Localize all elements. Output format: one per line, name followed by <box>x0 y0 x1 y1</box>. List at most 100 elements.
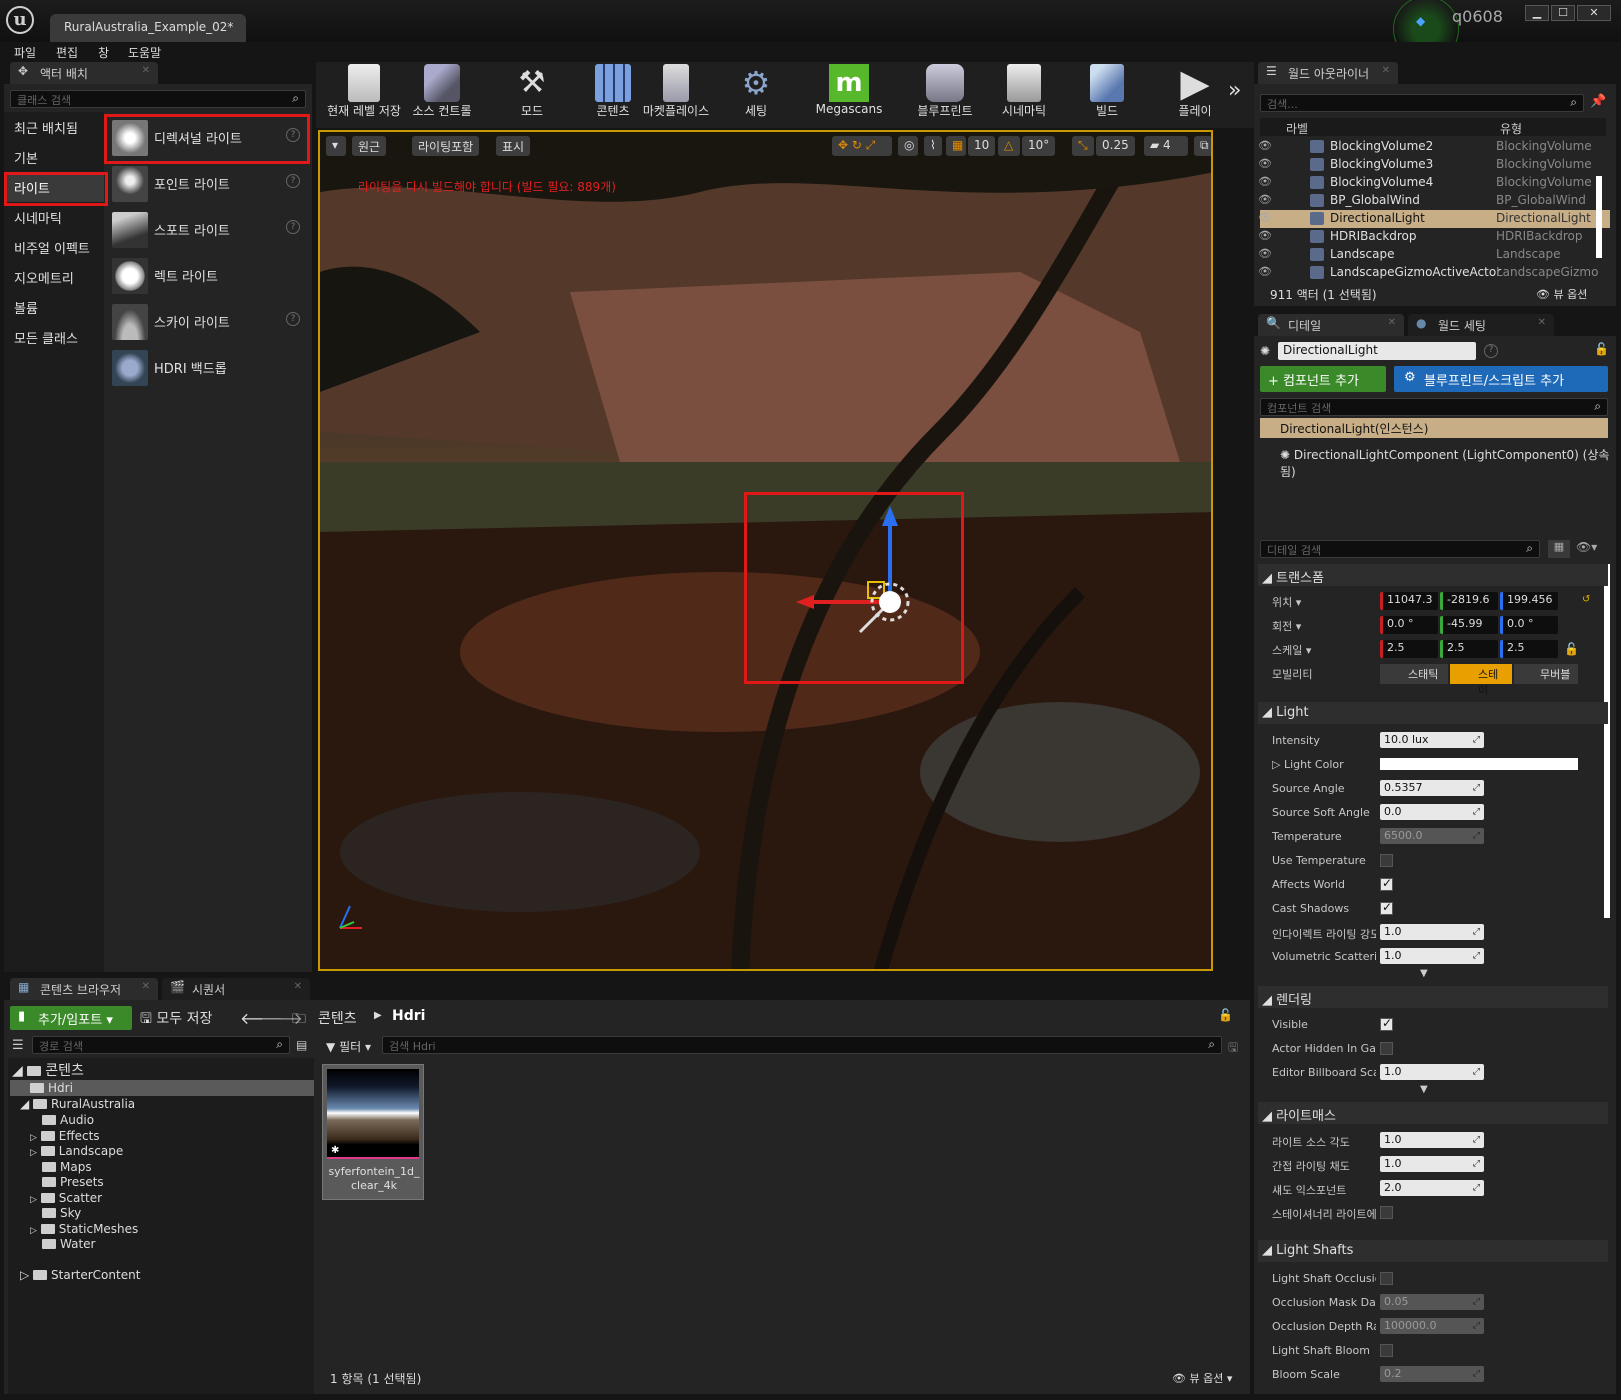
property-matrix-icon[interactable]: ▦ <box>1548 540 1570 558</box>
close-icon[interactable]: ✕ <box>142 981 150 992</box>
eye-icon[interactable]: 👁 <box>1258 139 1272 152</box>
scale-x[interactable]: 2.5 <box>1380 640 1438 658</box>
lock-icon[interactable]: 🔓 <box>1218 1008 1233 1022</box>
item-point-light[interactable]: 포인트 라이트 ? <box>110 162 306 206</box>
category-visual-effects[interactable]: 비주얼 이펙트 <box>14 238 90 257</box>
light-color-swatch[interactable] <box>1380 758 1578 770</box>
eye-icon[interactable]: 👁 <box>1258 175 1272 188</box>
source-control-button[interactable]: 소스 컨트롤 <box>406 62 478 122</box>
add-import-button[interactable]: ▮ 추가/임포트 ▾ <box>10 1006 132 1030</box>
visibility-options-icon[interactable]: 👁▾ <box>1576 540 1597 554</box>
outliner-row[interactable]: 👁 DirectionalLight DirectionalLight <box>1258 210 1610 228</box>
marketplace-button[interactable]: 마켓플레이스 <box>640 62 712 122</box>
rotation-snap-icon[interactable]: △ <box>998 136 1020 156</box>
show-button[interactable]: 표시 <box>496 136 531 156</box>
expand-arrow-icon[interactable]: ▷ <box>30 1133 37 1143</box>
menu-edit[interactable]: 편집 <box>56 44 78 61</box>
outliner-view-options[interactable]: 👁 뷰 옵션 <box>1536 286 1587 302</box>
scale-label[interactable]: 스케일 ▾ <box>1272 642 1311 658</box>
path-options-icon[interactable]: ▤ <box>296 1038 307 1052</box>
world-local-icon[interactable]: ◎ <box>898 136 918 156</box>
level-viewport[interactable]: ▾ 원근 라이팅포함 표시 ✥ ↻ ⤢ ◎ ⌇ ▦ 10 △ 10° ⤡ 0.2… <box>318 130 1213 971</box>
outliner-row[interactable]: 👁 BP_GlobalWind BP_GlobalWind <box>1258 192 1610 210</box>
help-icon[interactable]: ? <box>286 174 300 188</box>
cinematics-button[interactable]: 시네마틱 <box>988 62 1060 122</box>
settings-button[interactable]: ⚙ 세팅 <box>730 62 782 122</box>
tree-content-root[interactable]: ◢ 콘텐츠 <box>12 1060 84 1080</box>
eye-icon[interactable]: 👁 <box>1258 157 1272 170</box>
stationary-light-checkbox[interactable] <box>1380 1206 1393 1219</box>
eye-icon[interactable]: 👁 <box>1258 247 1272 260</box>
tab-place-actors[interactable]: ✥ 액터 배치 ✕ <box>10 62 158 84</box>
scale-y[interactable]: 2.5 <box>1440 640 1498 658</box>
cast-shadows-checkbox[interactable] <box>1380 900 1393 915</box>
close-icon[interactable]: ✕ <box>142 65 150 76</box>
rotation-label[interactable]: 회전 ▾ <box>1272 618 1301 634</box>
eye-icon[interactable]: 👁 <box>1258 211 1272 224</box>
tree-folder[interactable]: Sky <box>30 1206 81 1220</box>
maximize-viewport-icon[interactable]: ⧉ <box>1194 136 1211 156</box>
scale-snap-icon[interactable]: ⤡ <box>1072 136 1094 156</box>
eye-icon[interactable]: 👁 <box>1258 193 1272 206</box>
outliner-row[interactable]: 👁 HDRIBackdrop HDRIBackdrop <box>1258 228 1610 246</box>
rotation-y[interactable]: -45.99 <box>1440 616 1498 634</box>
mobility-movable[interactable]: 무버블 <box>1514 664 1578 684</box>
level-tab[interactable]: RuralAustralia_Example_02* <box>50 14 246 42</box>
scale-z[interactable]: 2.5 <box>1500 640 1558 658</box>
tree-folder[interactable]: ▷ Landscape <box>30 1144 123 1158</box>
component-instance-row[interactable]: DirectionalLight(인스턴스) <box>1260 418 1608 438</box>
component-row[interactable]: ✺ DirectionalLightComponent (LightCompon… <box>1280 446 1621 480</box>
tree-ruralaustralia[interactable]: ◢ RuralAustralia <box>20 1097 135 1111</box>
occlusion-mask-field[interactable]: 0.05 ⤢ <box>1380 1294 1484 1310</box>
grid-snap-icon[interactable]: ▦ <box>946 136 966 156</box>
location-z[interactable]: 199.456 <box>1500 592 1558 610</box>
breadcrumb-content[interactable]: 콘텐츠 <box>318 1008 357 1028</box>
mobility-static[interactable]: 스태틱 <box>1380 664 1448 684</box>
tree-folder[interactable]: Maps <box>30 1160 92 1174</box>
category-cinematic[interactable]: 시네마틱 <box>14 208 62 227</box>
close-button[interactable]: ✕ <box>1577 5 1611 21</box>
shaft-bloom-checkbox[interactable] <box>1380 1344 1393 1357</box>
surface-snap-icon[interactable]: ⌇ <box>924 136 942 156</box>
category-recent[interactable]: 최근 배치됨 <box>14 118 78 137</box>
details-scrollbar[interactable] <box>1604 564 1610 918</box>
source-angle-field[interactable]: 0.5357 ⤢ <box>1380 780 1484 796</box>
play-button[interactable]: ▶ 플레이 <box>1168 62 1222 122</box>
content-button[interactable]: 콘텐츠 <box>586 62 640 122</box>
component-search-input[interactable]: 컴포넌트 검색 ⌕ <box>1260 398 1608 416</box>
class-search-input[interactable]: 클래스 검색 ⌕ <box>10 90 306 108</box>
shaft-occlusion-checkbox[interactable] <box>1380 1272 1393 1285</box>
actor-name-field[interactable]: DirectionalLight <box>1278 342 1476 360</box>
item-rect-light[interactable]: 렉트 라이트 <box>110 254 306 298</box>
actor-hidden-checkbox[interactable] <box>1380 1042 1393 1055</box>
viewport-options-button[interactable]: ▾ <box>326 136 346 156</box>
affects-world-checkbox[interactable] <box>1380 876 1393 891</box>
outliner-scrollbar[interactable] <box>1596 176 1602 258</box>
shadow-exponent-field[interactable]: 2.0 ⤢ <box>1380 1180 1484 1196</box>
close-icon[interactable]: ✕ <box>1388 317 1396 328</box>
billboard-scale-field[interactable]: 1.0 ⤢ <box>1380 1064 1484 1080</box>
add-component-button[interactable]: + 컴포넌트 추가 <box>1260 366 1386 392</box>
tree-hdri[interactable]: Hdri <box>30 1081 73 1095</box>
close-icon[interactable]: ✕ <box>1382 65 1390 76</box>
details-search-input[interactable]: 디테일 검색 ⌕ <box>1260 540 1540 558</box>
save-search-icon[interactable]: 🖫 <box>1228 1038 1238 1059</box>
tab-content-browser[interactable]: ▦ 콘텐츠 브라우저 ✕ <box>10 978 158 1000</box>
grid-snap-value[interactable]: 10 <box>968 136 996 156</box>
occlusion-depth-field[interactable]: 100000.0 ⤢ <box>1380 1318 1484 1334</box>
outliner-search-input[interactable]: 검색... ⌕ <box>1260 94 1584 112</box>
expand-advanced-icon[interactable]: ▼ <box>1420 1084 1428 1095</box>
section-transform[interactable]: ◢ 트랜스폼 <box>1258 564 1608 586</box>
scale-lock-icon[interactable]: 🔓 <box>1564 642 1579 656</box>
expand-arrow-icon[interactable]: ▷ <box>30 1148 37 1158</box>
section-light-shafts[interactable]: ◢ Light Shafts <box>1258 1240 1608 1262</box>
save-all-button[interactable]: 🖫 모두 저장 <box>140 1008 212 1032</box>
section-rendering[interactable]: ◢ 렌더링 <box>1258 986 1608 1008</box>
tree-folder[interactable]: ▷ Effects <box>30 1129 100 1143</box>
light-color-label[interactable]: ▷ Light Color <box>1272 758 1344 771</box>
tree-startercontent[interactable]: ▷ StarterContent <box>20 1268 140 1282</box>
location-x[interactable]: 11047.3 <box>1380 592 1438 610</box>
column-label[interactable]: 라벨 <box>1286 120 1308 137</box>
reset-icon[interactable]: ↺ <box>1582 594 1590 605</box>
outliner-row[interactable]: 👁 Landscape Landscape <box>1258 246 1610 264</box>
